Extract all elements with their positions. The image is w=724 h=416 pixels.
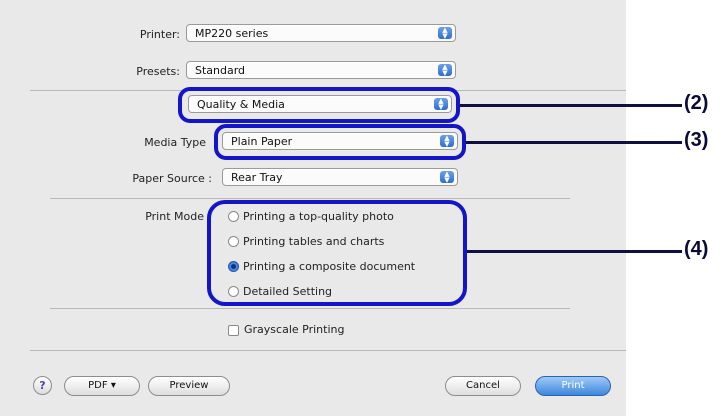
printer-value: MP220 series [195, 27, 269, 40]
paper-source-label: Paper Source : [132, 172, 212, 185]
printer-label: Printer: [139, 28, 180, 41]
callout-line-4 [467, 250, 682, 253]
separator [30, 350, 626, 351]
highlight-media-type [214, 124, 466, 160]
print-button[interactable]: Print [535, 376, 611, 396]
cancel-button[interactable]: Cancel [445, 376, 521, 396]
presets-select[interactable]: Standard ▲ ▼ [186, 61, 456, 79]
updown-arrows-icon: ▲ ▼ [440, 171, 454, 184]
printer-select[interactable]: MP220 series ▲ ▼ [186, 24, 456, 42]
preview-button[interactable]: Preview [148, 376, 230, 396]
help-button[interactable]: ? [33, 376, 52, 395]
pdf-button[interactable]: PDF ▾ [64, 376, 140, 396]
callout-label-2: (2) [684, 92, 709, 114]
updown-arrows-icon: ▲ ▼ [438, 27, 452, 40]
grayscale-checkbox[interactable] [228, 325, 239, 336]
callout-line-2 [460, 104, 682, 107]
paper-source-select[interactable]: Rear Tray ▲ ▼ [222, 168, 458, 186]
callout-label-4: (4) [684, 238, 709, 260]
highlight-print-mode [207, 200, 467, 306]
callout-label-3: (3) [684, 129, 709, 151]
grayscale-label: Grayscale Printing [244, 323, 345, 336]
separator [50, 198, 570, 199]
callout-line-3 [466, 141, 682, 144]
paper-source-value: Rear Tray [231, 171, 283, 184]
presets-label: Presets: [136, 65, 180, 78]
print-mode-label: Print Mode [145, 210, 204, 223]
separator [50, 308, 570, 309]
media-type-label: Media Type [144, 136, 206, 149]
updown-arrows-icon: ▲ ▼ [438, 64, 452, 77]
highlight-panel-select [178, 87, 460, 123]
presets-value: Standard [195, 64, 246, 77]
